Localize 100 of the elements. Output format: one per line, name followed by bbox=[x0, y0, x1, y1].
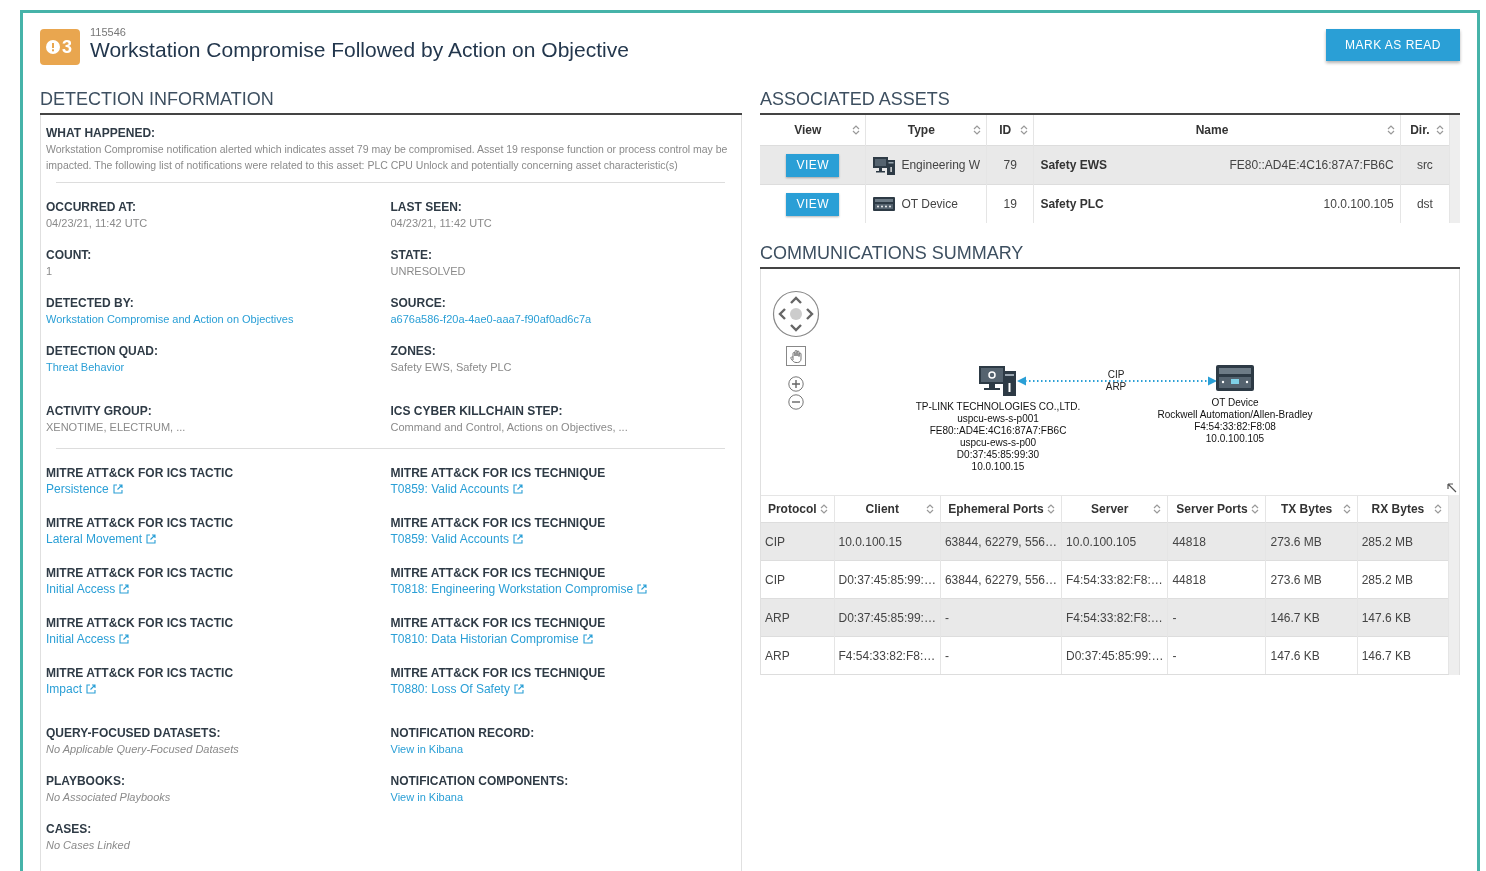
node-label-line: uspcu-ews-s-p00 bbox=[959, 437, 1037, 449]
sort-icon[interactable] bbox=[819, 503, 828, 515]
page-title: Workstation Compromise Followed by Action on Objective bbox=[90, 38, 629, 62]
table-cell: - bbox=[940, 636, 1062, 675]
sort-icon[interactable] bbox=[1434, 503, 1443, 515]
field-link[interactable]: View in Kibana bbox=[390, 789, 464, 805]
external-link[interactable]: T0818: Engineering Workstation Compromise bbox=[390, 581, 634, 597]
field-label: SOURCE: bbox=[390, 295, 447, 311]
asset-type: Engineering W bbox=[901, 158, 981, 172]
external-link[interactable]: T0859: Valid Accounts bbox=[390, 481, 510, 497]
field-link[interactable]: a676a586-f20a-4ae0-aaa7-f90af0ad6c7a bbox=[390, 311, 592, 327]
field-link[interactable]: Workstation Compromise and Action on Objectives bbox=[46, 311, 294, 327]
mark-as-read-button[interactable]: MARK AS READ bbox=[1326, 29, 1460, 61]
sort-icon[interactable] bbox=[925, 503, 934, 515]
external-link[interactable]: T0810: Data Historian Compromise bbox=[390, 631, 579, 647]
table-cell: - bbox=[940, 598, 1062, 637]
node-label-line: F4:54:33:82:F8:08 bbox=[1194, 421, 1276, 433]
asset-address: FE80::AD4E:4C16:87A7:FB6C bbox=[1229, 158, 1394, 172]
node-label-line: 10.0.100.15 bbox=[971, 461, 1025, 473]
field-label: MITRE ATT&CK FOR ICS TECHNIQUE bbox=[390, 515, 607, 531]
asset-id: 79 bbox=[1003, 158, 1017, 172]
table-cell: - bbox=[1167, 636, 1266, 675]
sort-icon[interactable] bbox=[973, 124, 982, 136]
sort-icon[interactable] bbox=[1153, 503, 1162, 515]
scrollbar-track[interactable] bbox=[1449, 495, 1459, 675]
field-label: COUNT: bbox=[46, 247, 93, 263]
node-label-line: uspcu-ews-s-p001 bbox=[957, 413, 1039, 425]
table-cell: 10.0.100.105 bbox=[1061, 522, 1168, 561]
field-label: MITRE ATT&CK FOR ICS TACTIC bbox=[46, 565, 235, 581]
field-value: No Cases Linked bbox=[46, 838, 131, 853]
table-cell: D0:37:45:85:99:… bbox=[1061, 636, 1168, 675]
field-value: UNRESOLVED bbox=[390, 264, 467, 279]
field-value: 04/23/21, 11:42 UTC bbox=[390, 216, 493, 231]
field-label: MITRE ATT&CK FOR ICS TACTIC bbox=[46, 615, 235, 631]
sort-icon[interactable] bbox=[1342, 503, 1351, 515]
external-link[interactable]: Persistence bbox=[46, 481, 109, 497]
external-link-icon[interactable] bbox=[513, 534, 524, 544]
zoom-in-icon[interactable] bbox=[788, 376, 804, 392]
external-link-icon[interactable] bbox=[146, 534, 157, 544]
external-link-icon[interactable] bbox=[637, 584, 648, 594]
field-value: No Applicable Query-Focused Datasets bbox=[46, 742, 240, 757]
sort-icon[interactable] bbox=[1251, 503, 1260, 515]
section-heading: COMMUNICATIONS SUMMARY bbox=[760, 243, 1460, 269]
plc-device-icon[interactable] bbox=[1215, 363, 1255, 393]
field-label: MITRE ATT&CK FOR ICS TECHNIQUE bbox=[390, 665, 607, 681]
zoom-out-icon[interactable] bbox=[788, 394, 804, 410]
view-button[interactable]: VIEW bbox=[786, 192, 840, 216]
section-heading: ASSOCIATED ASSETS bbox=[760, 89, 1460, 115]
field-label: PLAYBOOKS: bbox=[46, 773, 126, 789]
node-label-line: OT Device bbox=[1211, 397, 1259, 409]
asset-address: 10.0.100.105 bbox=[1323, 197, 1394, 211]
alert-icon bbox=[46, 40, 60, 54]
sort-icon[interactable] bbox=[1020, 124, 1029, 136]
record-id: 115546 bbox=[90, 26, 127, 38]
table-cell: 10.0.100.15 bbox=[834, 522, 941, 561]
external-link-icon[interactable] bbox=[112, 484, 123, 494]
node-label-line: Rockwell Automation/Allen-Bradley bbox=[1157, 409, 1313, 421]
asset-direction: src bbox=[1416, 158, 1433, 172]
edge-label: CIP bbox=[1106, 369, 1126, 381]
external-link[interactable]: Initial Access bbox=[46, 631, 116, 647]
plc-device-icon bbox=[872, 195, 897, 213]
view-button[interactable]: VIEW bbox=[786, 153, 840, 177]
external-link-icon[interactable] bbox=[513, 484, 524, 494]
table-cell: 63844, 62279, 556… bbox=[940, 522, 1062, 561]
field-link[interactable]: Threat Behavior bbox=[46, 359, 125, 375]
hand-tool-icon[interactable] bbox=[786, 346, 806, 366]
external-link-icon[interactable] bbox=[582, 634, 593, 644]
table-cell: 146.7 KB bbox=[1357, 636, 1449, 675]
field-label: NOTIFICATION COMPONENTS: bbox=[390, 773, 570, 789]
collapse-icon[interactable] bbox=[1447, 483, 1457, 493]
external-link-icon[interactable] bbox=[513, 684, 524, 694]
scrollbar-track[interactable] bbox=[1450, 115, 1460, 223]
pan-control-icon[interactable] bbox=[772, 290, 820, 338]
external-link-icon[interactable] bbox=[119, 634, 130, 644]
field-label: LAST SEEN: bbox=[390, 199, 463, 215]
external-link[interactable]: T0859: Valid Accounts bbox=[390, 531, 510, 547]
external-link-icon[interactable] bbox=[119, 584, 130, 594]
field-link[interactable]: View in Kibana bbox=[390, 741, 464, 757]
external-link[interactable]: T0880: Loss Of Safety bbox=[390, 681, 510, 697]
field-value: No Associated Playbooks bbox=[46, 790, 172, 805]
field-label: MITRE ATT&CK FOR ICS TECHNIQUE bbox=[390, 565, 607, 581]
field-label: MITRE ATT&CK FOR ICS TACTIC bbox=[46, 665, 235, 681]
workstation-icon[interactable] bbox=[978, 363, 1018, 397]
sort-icon[interactable] bbox=[1386, 124, 1395, 136]
external-link[interactable]: Lateral Movement bbox=[46, 531, 143, 547]
field-label: DETECTION QUAD: bbox=[46, 343, 159, 359]
sort-icon[interactable] bbox=[1047, 503, 1056, 515]
field-label: MITRE ATT&CK FOR ICS TACTIC bbox=[46, 465, 235, 481]
external-link-icon[interactable] bbox=[86, 684, 96, 694]
sort-icon[interactable] bbox=[852, 124, 861, 136]
table-cell: ARP bbox=[761, 636, 834, 675]
table-cell: F4:54:33:82:F8:… bbox=[1061, 598, 1168, 637]
asset-row[interactable]: VIEW OT Device 19 Safety PLC 10.0.100.105 dst bbox=[760, 184, 1450, 223]
field-label: WHAT HAPPENED: bbox=[46, 125, 157, 141]
external-link[interactable]: Initial Access bbox=[46, 581, 116, 597]
external-link[interactable]: Impact bbox=[46, 681, 82, 697]
sort-icon[interactable] bbox=[1436, 124, 1445, 136]
field-label: ACTIVITY GROUP: bbox=[46, 403, 153, 419]
section-heading: DETECTION INFORMATION bbox=[40, 89, 742, 115]
node-label-line: FE80::AD4E:4C16:87A7:FB6C bbox=[929, 425, 1067, 437]
